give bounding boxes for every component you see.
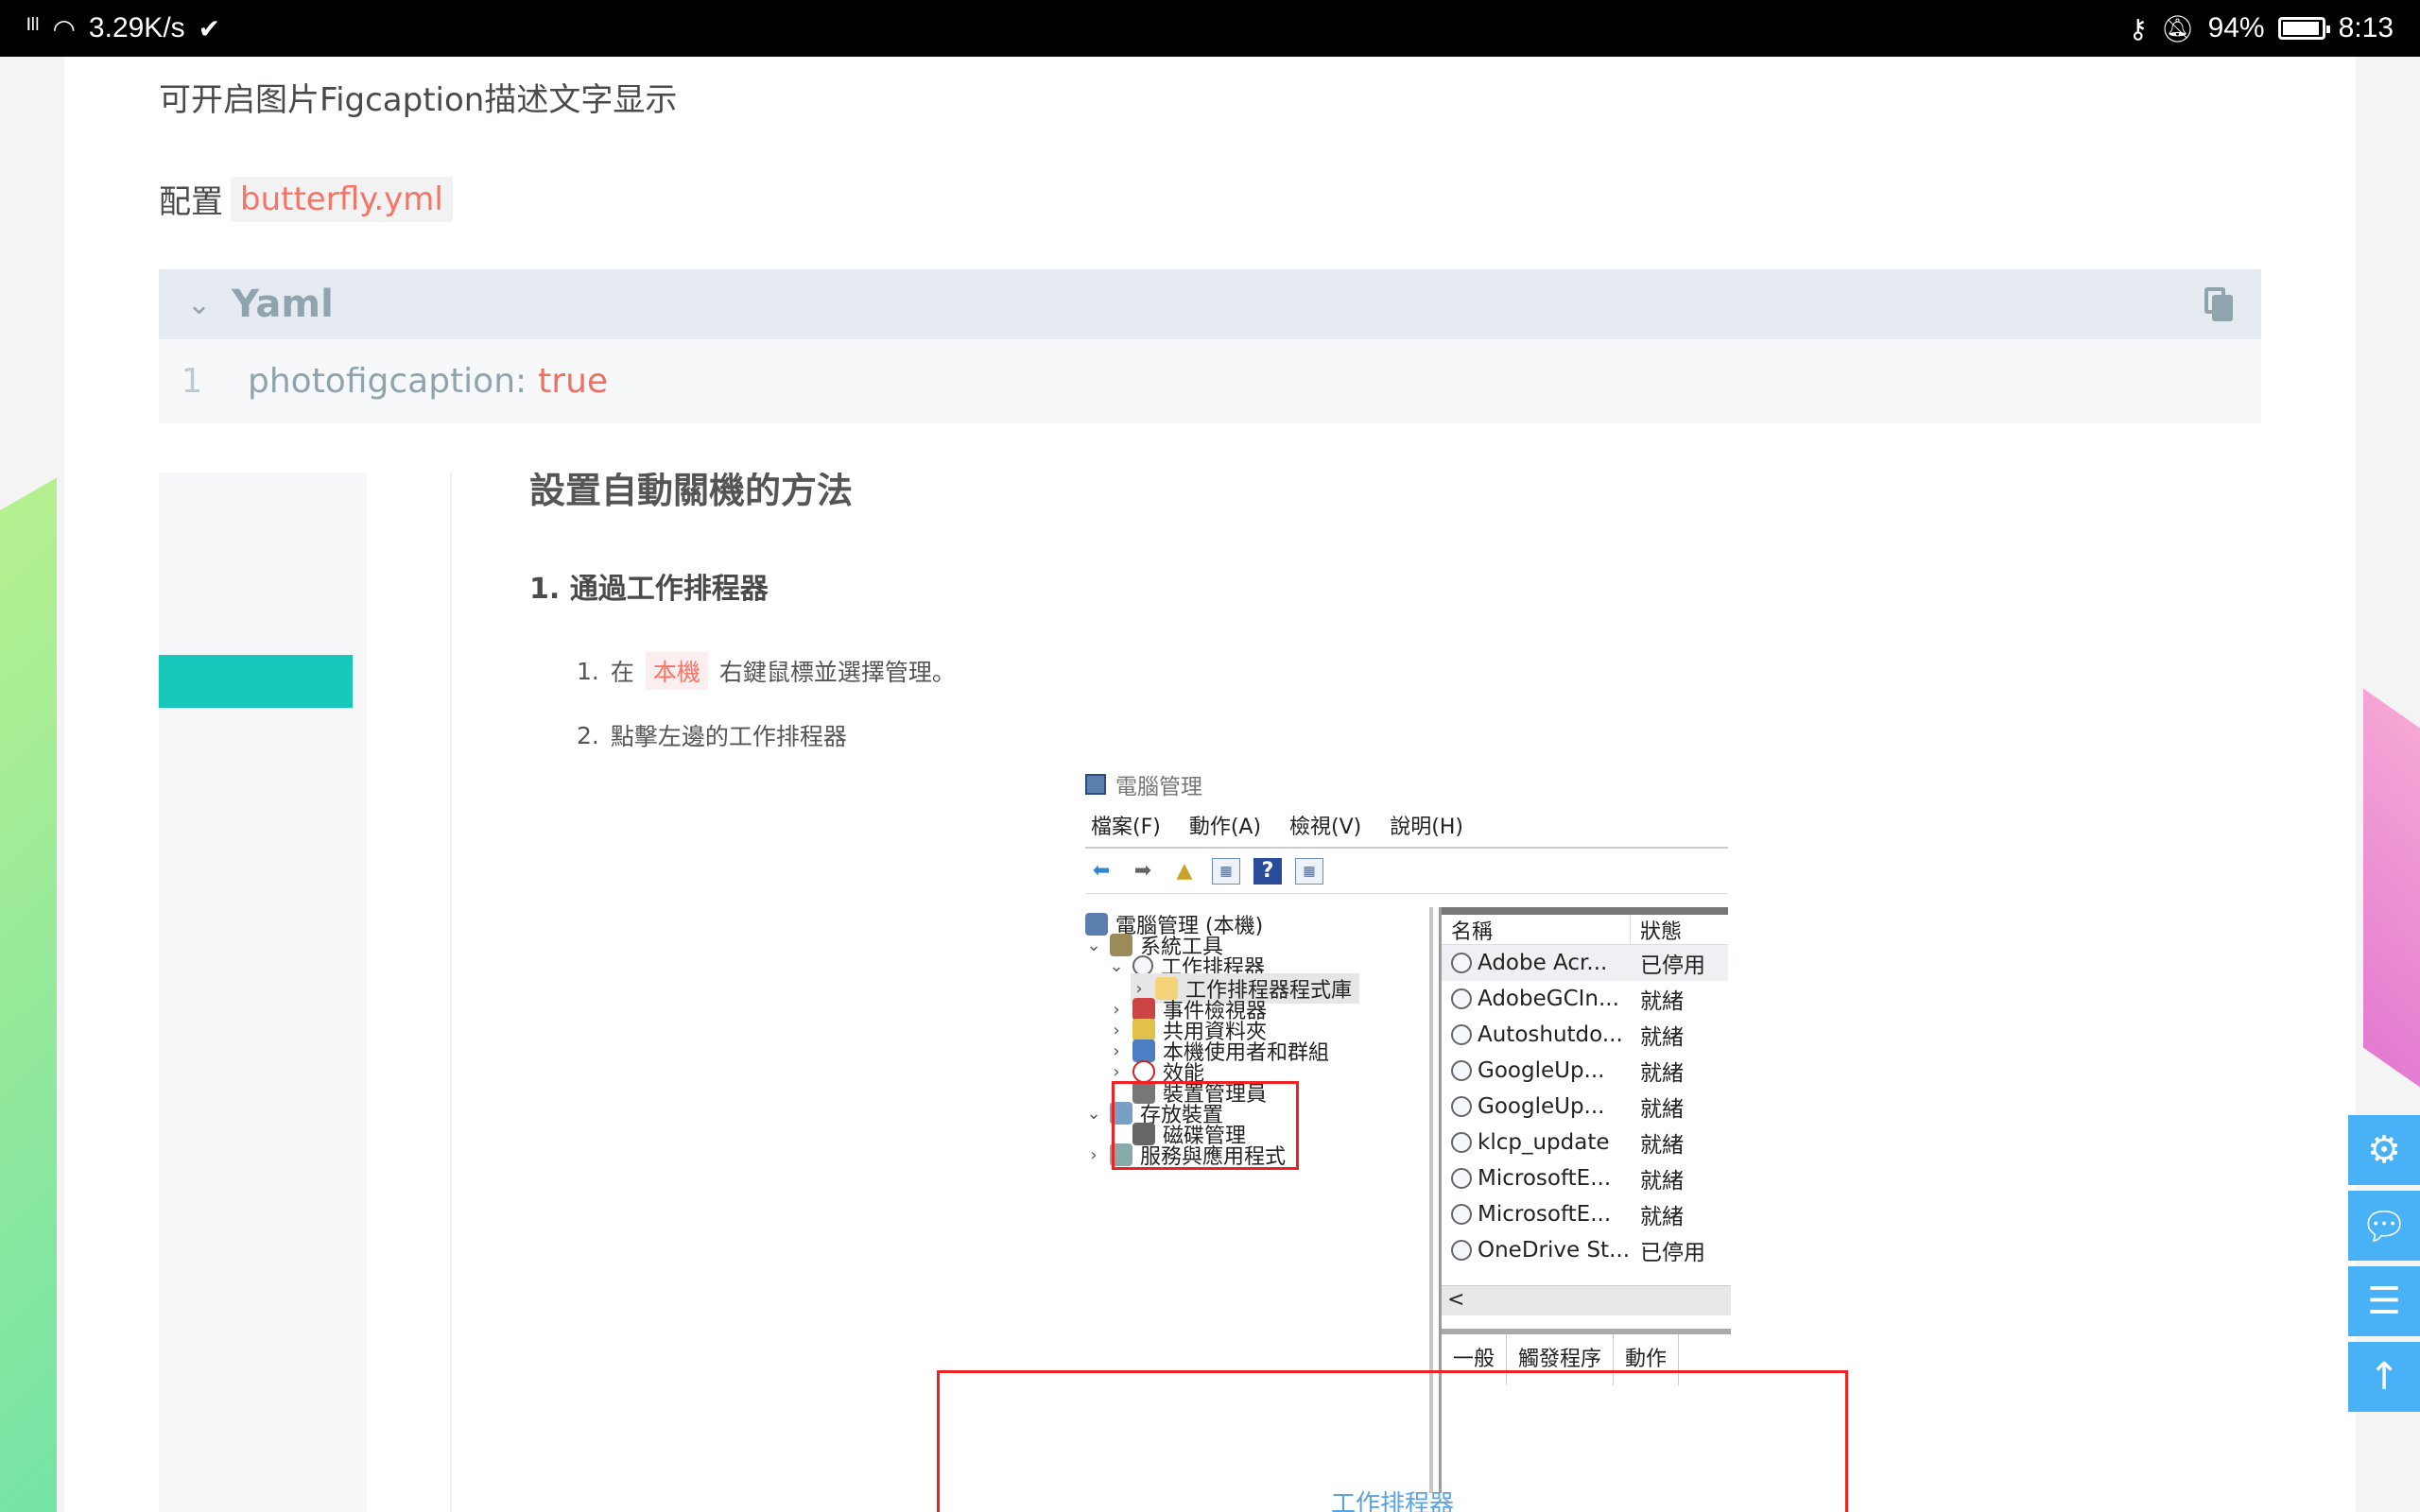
article-step-2: 2. 點擊左邊的工作排程器	[577, 721, 847, 751]
code-key: photofigcaption:	[248, 362, 527, 401]
column-status[interactable]: 狀態	[1631, 915, 1682, 945]
screenshot-sidebar	[159, 472, 367, 1512]
show-hide-tree-icon[interactable]: ▦	[1212, 857, 1240, 885]
window-title-bar: 電腦管理	[1085, 765, 1728, 803]
highlight-task-scheduler-box	[1112, 1081, 1299, 1170]
back-to-top-button[interactable]: ↑	[2348, 1342, 2420, 1412]
chevron-right-icon: ›	[1090, 1144, 1098, 1165]
table-row[interactable]: OneDrive St... 已停用	[1442, 1232, 1728, 1268]
list-icon: ☰	[2367, 1280, 2401, 1323]
article-step-1: 1. 在 本機 右鍵鼠標並選擇管理。	[577, 652, 956, 690]
config-file-code: butterfly.yml	[231, 176, 453, 222]
code-language: Yaml	[232, 283, 334, 326]
horizontal-scrollbar[interactable]: <	[1442, 1285, 1731, 1315]
status-bar: ᴵˡˡ ◠ 3.29K/s ✔ ⚷ 🔕︎ 94% 8:13	[0, 0, 2420, 57]
forward-arrow-icon[interactable]: ➡	[1129, 858, 1157, 885]
table-row[interactable]: GoogleUp... 就緒	[1442, 1053, 1728, 1089]
task-icon	[1451, 1132, 1472, 1153]
battery-icon	[2277, 17, 2330, 40]
window-toolbar: ⬅ ➡ ▲ ▦ ? ▦	[1085, 849, 1728, 894]
chevron-right-icon: ›	[1113, 1061, 1120, 1082]
mute-bell-icon: 🔕︎	[2161, 13, 2195, 43]
task-icon	[1451, 953, 1472, 973]
line-number: 1	[181, 362, 203, 401]
help-icon[interactable]: ?	[1253, 857, 1282, 885]
background-left-decoration	[0, 57, 66, 1512]
column-name[interactable]: 名稱	[1442, 914, 1631, 945]
task-list-rows: Adobe Acr... 已停用 AdobeGCIn... 就緒 Autoshutd…	[1442, 945, 1728, 1268]
chevron-down-icon: ⌄	[1086, 935, 1101, 955]
task-icon	[1451, 1096, 1472, 1117]
menu-file[interactable]: 檔案(F)	[1091, 810, 1161, 840]
task-icon	[1451, 1024, 1472, 1045]
config-line: 配置 butterfly.yml	[159, 176, 453, 222]
chevron-down-icon[interactable]: ⌄	[187, 288, 211, 321]
code-block-header[interactable]: ⌄ Yaml	[159, 269, 2261, 339]
menu-view[interactable]: 檢視(V)	[1289, 810, 1361, 840]
computer-management-icon	[1085, 774, 1106, 795]
up-folder-icon[interactable]: ▲	[1170, 858, 1199, 885]
figure-caption: 工作排程器	[1330, 1490, 1454, 1512]
arrow-up-icon: ↑	[2368, 1355, 2400, 1399]
table-row[interactable]: GoogleUp... 就緒	[1442, 1089, 1728, 1125]
toc-button[interactable]: ☰	[2348, 1266, 2420, 1336]
comments-button[interactable]: 💬︎	[2348, 1191, 2420, 1261]
post-content-card: 可开启图片Figcaption描述文字显示 配置 butterfly.yml ⌄…	[64, 57, 2356, 1512]
code-line: 1 photofigcaption: true	[159, 339, 2261, 423]
task-icon	[1451, 988, 1472, 1009]
action-pane-icon[interactable]: ▦	[1295, 857, 1323, 885]
screenshot-article: 設置自動關機的方法 1. 通過工作排程器 1. 在 本機 右鍵鼠標並選擇管理。 …	[450, 472, 2261, 1512]
settings-button[interactable]: ⚙	[2348, 1115, 2420, 1185]
table-row[interactable]: AdobeGCIn... 就緒	[1442, 981, 1728, 1017]
config-label: 配置	[159, 183, 223, 221]
table-row[interactable]: MicrosoftE... 就緒	[1442, 1196, 1728, 1232]
task-list-header: 名稱 狀態	[1442, 907, 1728, 945]
table-row[interactable]: klcp_update 就緒	[1442, 1125, 1728, 1160]
gear-icon: ⚙	[2367, 1128, 2401, 1172]
clock-time: 8:13	[2338, 12, 2394, 43]
back-arrow-icon[interactable]: ⬅	[1087, 858, 1115, 885]
check-icon: ✔	[198, 13, 221, 43]
chevron-down-icon: ⌄	[1109, 955, 1124, 976]
article-title: 設置自動關機的方法	[529, 472, 854, 511]
table-row[interactable]: Adobe Acr... 已停用	[1442, 945, 1728, 981]
article-heading: 1. 通過工作排程器	[529, 573, 769, 606]
task-icon	[1451, 1168, 1472, 1189]
table-row[interactable]: MicrosoftE... 就緒	[1442, 1160, 1728, 1196]
chevron-down-icon: ⌄	[1086, 1103, 1101, 1124]
window-menubar: 檔案(F) 動作(A) 檢視(V) 說明(H)	[1085, 803, 1728, 849]
embedded-screenshot: 設置自動關機的方法 1. 通過工作排程器 1. 在 本機 右鍵鼠標並選擇管理。 …	[159, 472, 2261, 1512]
article-inline-tag: 本機	[645, 652, 708, 690]
signal-icon: ᴵˡˡ	[26, 13, 40, 43]
menu-help[interactable]: 說明(H)	[1390, 810, 1463, 840]
menu-action[interactable]: 動作(A)	[1189, 810, 1261, 840]
task-icon	[1451, 1240, 1472, 1261]
code-value: true	[538, 362, 609, 401]
wifi-icon: ◠	[52, 13, 76, 43]
code-block: ⌄ Yaml 1 photofigcaption: true	[159, 269, 2261, 423]
network-speed: 3.29K/s	[88, 12, 185, 43]
caption-highlight-box: 工作排程器	[937, 1370, 1848, 1512]
sidebar-accent-bar	[159, 655, 353, 708]
battery-percent: 94%	[2207, 12, 2265, 43]
table-row[interactable]: Autoshutdo... 就緒	[1442, 1017, 1728, 1053]
copy-icon[interactable]	[2204, 287, 2233, 321]
post-paragraph: 可开启图片Figcaption描述文字显示	[159, 81, 678, 119]
key-icon: ⚷	[2128, 13, 2149, 43]
chat-icon: 💬︎	[2360, 1204, 2409, 1248]
task-icon	[1451, 1204, 1472, 1225]
task-icon	[1451, 1060, 1472, 1081]
